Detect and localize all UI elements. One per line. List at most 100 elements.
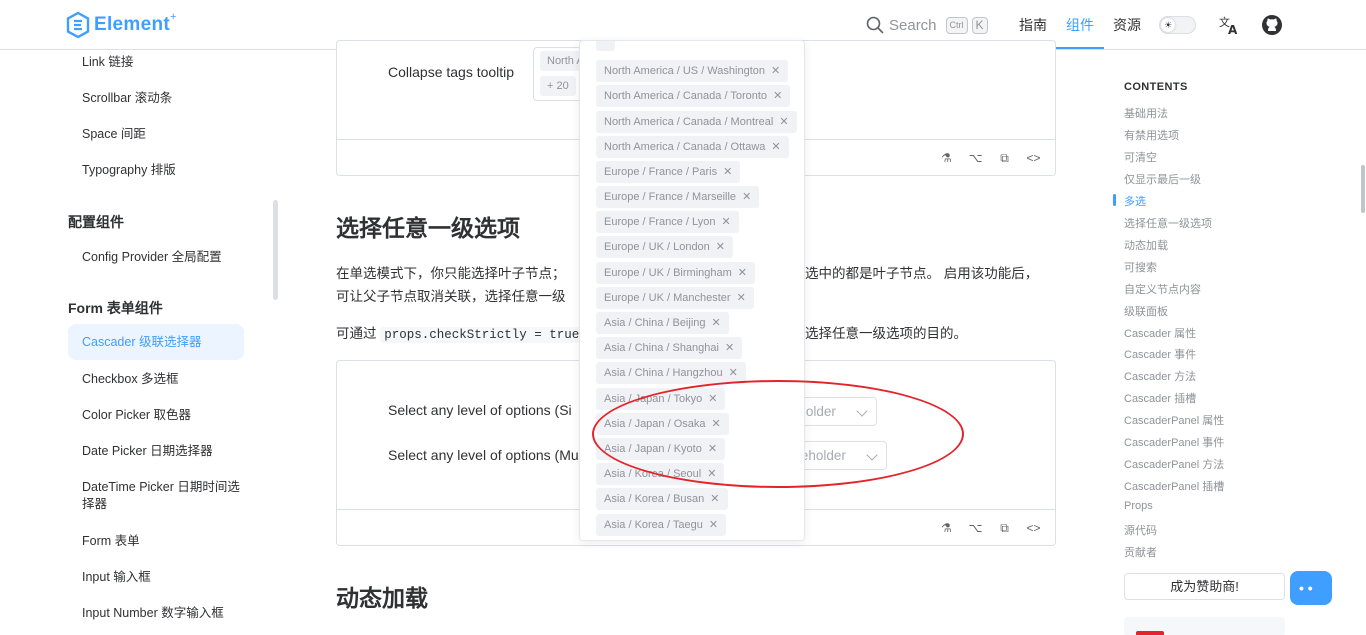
toc-item[interactable]: Cascader 插槽 xyxy=(1124,390,1196,406)
copy-icon[interactable]: ⧉ xyxy=(997,151,1012,166)
nav-resource[interactable]: 资源 xyxy=(1113,15,1141,35)
toc-item[interactable]: Props xyxy=(1124,500,1153,512)
theme-toggle[interactable]: ☀ xyxy=(1159,16,1196,34)
toc-item[interactable]: CascaderPanel 方法 xyxy=(1124,456,1224,472)
toc-item[interactable]: 仅显示最后一级 xyxy=(1124,171,1201,187)
tag-close-icon[interactable]: ✕ xyxy=(712,317,721,329)
tag-label: Asia / China / Beijing xyxy=(604,317,706,329)
tag-close-icon[interactable]: ✕ xyxy=(722,216,731,228)
copy-icon[interactable]: ⧉ xyxy=(997,521,1012,536)
sponsor-card[interactable] xyxy=(1124,617,1285,635)
toc-item[interactable]: 有禁用选项 xyxy=(1124,127,1179,143)
github-icon[interactable] xyxy=(1261,14,1283,36)
tooltip-tag: Europe / France / Lyon ✕ xyxy=(596,211,739,233)
robot-face-icon: • • xyxy=(1299,580,1313,596)
tag-close-icon[interactable]: ✕ xyxy=(737,292,746,304)
tag-label: Europe / France / Marseille xyxy=(604,191,737,203)
tag-close-icon[interactable]: ✕ xyxy=(729,367,738,379)
section-description-line3-right: 选择任意一级选项的目的。 xyxy=(805,326,967,341)
tag-close-icon[interactable]: ✕ xyxy=(723,166,732,178)
github-edit-icon[interactable]: ⌥ xyxy=(968,521,983,536)
search-button[interactable]: Search Ctrl K xyxy=(866,14,988,36)
sidebar-item-form[interactable]: Form 表单 xyxy=(82,533,140,550)
element-logo[interactable]: Element + xyxy=(66,11,176,38)
tag-label: North America / Canada / Ottawa xyxy=(604,141,766,153)
sidebar-nav: Link 链接 Scrollbar 滚动条 Space 间距 Typograph… xyxy=(0,50,290,635)
tag-close-icon[interactable]: ✕ xyxy=(779,116,788,128)
toc-item[interactable]: 贡献者 xyxy=(1124,544,1157,560)
playground-icon[interactable]: ⚗ xyxy=(939,521,954,536)
nav-component[interactable]: 组件 xyxy=(1066,15,1094,35)
tag-close-icon[interactable]: ✕ xyxy=(710,493,719,505)
toc-item-active[interactable]: 多选 xyxy=(1124,193,1146,209)
tag-label: Europe / UK / London xyxy=(604,241,710,253)
toc-item[interactable]: CascaderPanel 属性 xyxy=(1124,412,1224,428)
active-nav-underline xyxy=(1056,47,1104,49)
sidebar-item-link[interactable]: Link 链接 xyxy=(82,54,133,71)
tag-label: Asia / China / Shanghai xyxy=(604,342,719,354)
tag-close-icon[interactable]: ✕ xyxy=(742,191,751,203)
sidebar-item-input-number[interactable]: Input Number 数字输入框 xyxy=(82,605,224,622)
sidebar-item-checkbox[interactable]: Checkbox 多选框 xyxy=(82,371,179,388)
code-icon[interactable]: <> xyxy=(1026,521,1041,536)
sidebar-item-typography[interactable]: Typography 排版 xyxy=(82,162,176,179)
section-description-line1: 在单选模式下，你只能选择叶子节点； xyxy=(336,262,566,285)
check-strictly-code: props.checkStrictly = true xyxy=(380,327,584,343)
tag-close-icon[interactable]: ✕ xyxy=(716,241,725,253)
sidebar-item-datetime-picker[interactable]: DateTime Picker 日期时间选择器 xyxy=(82,479,242,513)
tag-label: Asia / China / Hangzhou xyxy=(604,367,723,379)
github-edit-icon[interactable]: ⌥ xyxy=(968,151,983,166)
code-icon[interactable]: <> xyxy=(1026,151,1041,166)
toc-item[interactable]: Cascader 属性 xyxy=(1124,325,1196,341)
toc-item[interactable]: 基础用法 xyxy=(1124,105,1168,121)
toc-title: CONTENTS xyxy=(1124,81,1188,93)
collapsed-count-tag[interactable]: + 20 xyxy=(540,76,576,96)
section-title-lazy-load: 动态加载 xyxy=(336,585,428,611)
translate-icon[interactable]: 文 A xyxy=(1218,14,1240,36)
search-icon xyxy=(866,16,884,34)
toc-item[interactable]: 可搜索 xyxy=(1124,259,1157,275)
tooltip-tag: Europe / UK / Manchester ✕ xyxy=(596,287,754,309)
toc-item[interactable]: CascaderPanel 事件 xyxy=(1124,434,1224,450)
tag-close-icon[interactable]: ✕ xyxy=(771,141,780,153)
chat-assistant-button[interactable]: • • xyxy=(1290,571,1332,605)
toc-item[interactable]: 级联面板 xyxy=(1124,303,1168,319)
tag-label: Europe / France / Lyon xyxy=(604,216,716,228)
tag-close-icon[interactable]: ✕ xyxy=(725,342,734,354)
sidebar-item-date-picker[interactable]: Date Picker 日期选择器 xyxy=(82,443,213,460)
tag-close-icon[interactable]: ✕ xyxy=(773,90,782,102)
single-select-label: Select any level of options (Si xyxy=(388,402,572,418)
section-description-line3: 可通过 props.checkStrictly = true 来 xyxy=(336,322,601,347)
nav-guide[interactable]: 指南 xyxy=(1019,15,1047,35)
become-sponsor-button[interactable]: 成为赞助商! xyxy=(1124,573,1285,600)
sidebar-item-cascader[interactable]: Cascader 级联选择器 xyxy=(68,324,244,360)
collapse-tags-tooltip-label: Collapse tags tooltip xyxy=(388,64,515,80)
tag-close-icon[interactable]: ✕ xyxy=(771,65,780,77)
sidebar-item-input[interactable]: Input 输入框 xyxy=(82,569,151,586)
toc-item[interactable]: Cascader 事件 xyxy=(1124,346,1196,362)
toc-item[interactable]: 动态加载 xyxy=(1124,237,1168,253)
page-scrollbar[interactable] xyxy=(1361,165,1365,213)
section-title-check-strictly: 选择任意一级选项 xyxy=(336,215,520,241)
tooltip-tag: North America / Canada / Ottawa ✕ xyxy=(596,136,789,158)
toc-item[interactable]: Cascader 方法 xyxy=(1124,368,1196,384)
sidebar-item-scrollbar[interactable]: Scrollbar 滚动条 xyxy=(82,90,172,107)
sidebar-item-color-picker[interactable]: Color Picker 取色器 xyxy=(82,407,191,424)
toc-item[interactable]: 选择任意一级选项 xyxy=(1124,215,1212,231)
sidebar-item-config-provider[interactable]: Config Provider 全局配置 xyxy=(82,249,222,266)
sidebar-item-space[interactable]: Space 间距 xyxy=(82,126,146,143)
playground-icon[interactable]: ⚗ xyxy=(939,151,954,166)
tag-close-icon[interactable]: ✕ xyxy=(738,267,747,279)
sidebar-group-form: Form 表单组件 xyxy=(68,300,163,316)
toc-item[interactable]: 自定义节点内容 xyxy=(1124,281,1201,297)
toc-active-marker xyxy=(1113,194,1116,206)
toc-item[interactable]: 可清空 xyxy=(1124,149,1157,165)
tag-close-icon[interactable]: ✕ xyxy=(709,519,718,531)
toc-item[interactable]: CascaderPanel 插槽 xyxy=(1124,478,1224,494)
toc-item[interactable]: 源代码 xyxy=(1124,522,1157,538)
tooltip-tag: Asia / Korea / Taegu ✕ xyxy=(596,514,727,536)
tooltip-tag: Asia / China / Beijing ✕ xyxy=(596,312,729,334)
description-prefix: 可通过 xyxy=(336,326,377,341)
svg-text:A: A xyxy=(1228,23,1238,36)
sidebar-scrollbar[interactable] xyxy=(273,200,278,300)
